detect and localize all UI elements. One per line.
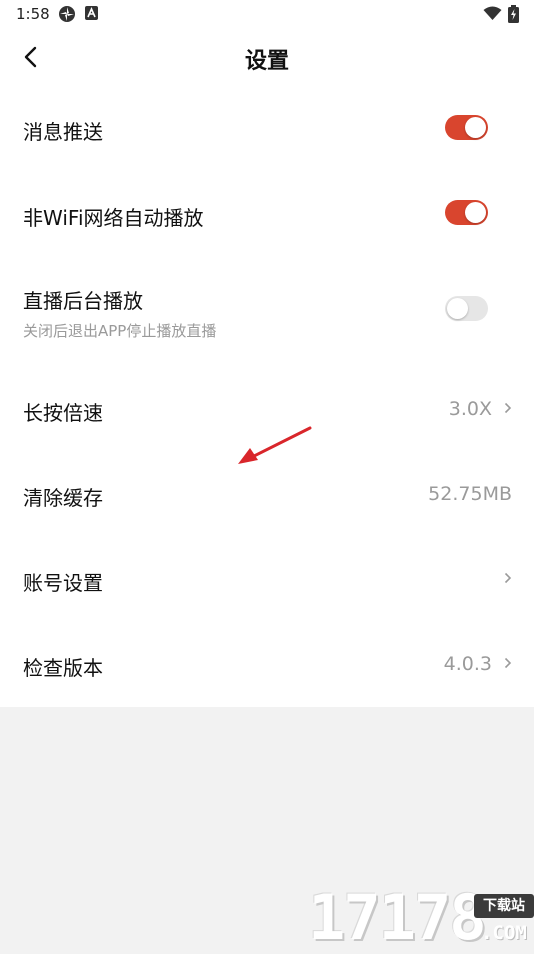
push-toggle[interactable]: [445, 115, 488, 140]
setting-value: 4.0.3: [443, 653, 492, 675]
chevron-right-icon: [504, 657, 512, 669]
setting-value: 3.0X: [448, 398, 492, 420]
status-bar: 1:58: [0, 0, 534, 28]
setting-label: 检查版本: [23, 656, 103, 680]
wifi-icon: [483, 6, 502, 20]
setting-label: 消息推送: [23, 120, 103, 144]
setting-subtitle: 关闭后退出APP停止播放直播: [23, 322, 217, 340]
chevron-right-icon: [504, 572, 512, 584]
setting-value: 52.75MB: [428, 483, 512, 505]
toggle-knob: [447, 298, 468, 319]
setting-label: 非WiFi网络自动播放: [23, 206, 204, 230]
battery-charging-icon: [508, 5, 519, 23]
toggle-knob: [465, 202, 486, 223]
settings-flower-icon: [59, 6, 75, 22]
page-title: 设置: [244, 49, 289, 74]
setting-label: 直播后台播放: [23, 289, 143, 313]
a-badge-icon: [85, 6, 98, 20]
status-time: 1:58: [16, 5, 50, 23]
toggle-knob: [465, 117, 486, 138]
setting-row-background-play: 直播后台播放 关闭后退出APP停止播放直播: [0, 256, 534, 356]
setting-row-check-version[interactable]: 检查版本 4.0.3: [0, 621, 534, 706]
watermark-domain: .COM: [481, 922, 527, 944]
setting-label: 账号设置: [23, 571, 103, 595]
setting-row-push: 消息推送: [0, 86, 534, 171]
setting-row-account[interactable]: 账号设置: [0, 536, 534, 621]
chevron-right-icon: [504, 402, 512, 414]
watermark: 17178 下载站 .COM: [306, 886, 534, 950]
setting-label: 长按倍速: [23, 401, 103, 425]
watermark-digits: 17178: [308, 881, 487, 954]
annotation-arrow-icon: [238, 426, 312, 464]
setting-row-wifi-autoplay: 非WiFi网络自动播放: [0, 171, 534, 256]
setting-label: 清除缓存: [23, 486, 103, 510]
header: 设置: [0, 30, 534, 86]
background-play-toggle[interactable]: [445, 296, 488, 321]
watermark-badge: 下载站: [474, 894, 534, 918]
wifi-autoplay-toggle[interactable]: [445, 200, 488, 225]
